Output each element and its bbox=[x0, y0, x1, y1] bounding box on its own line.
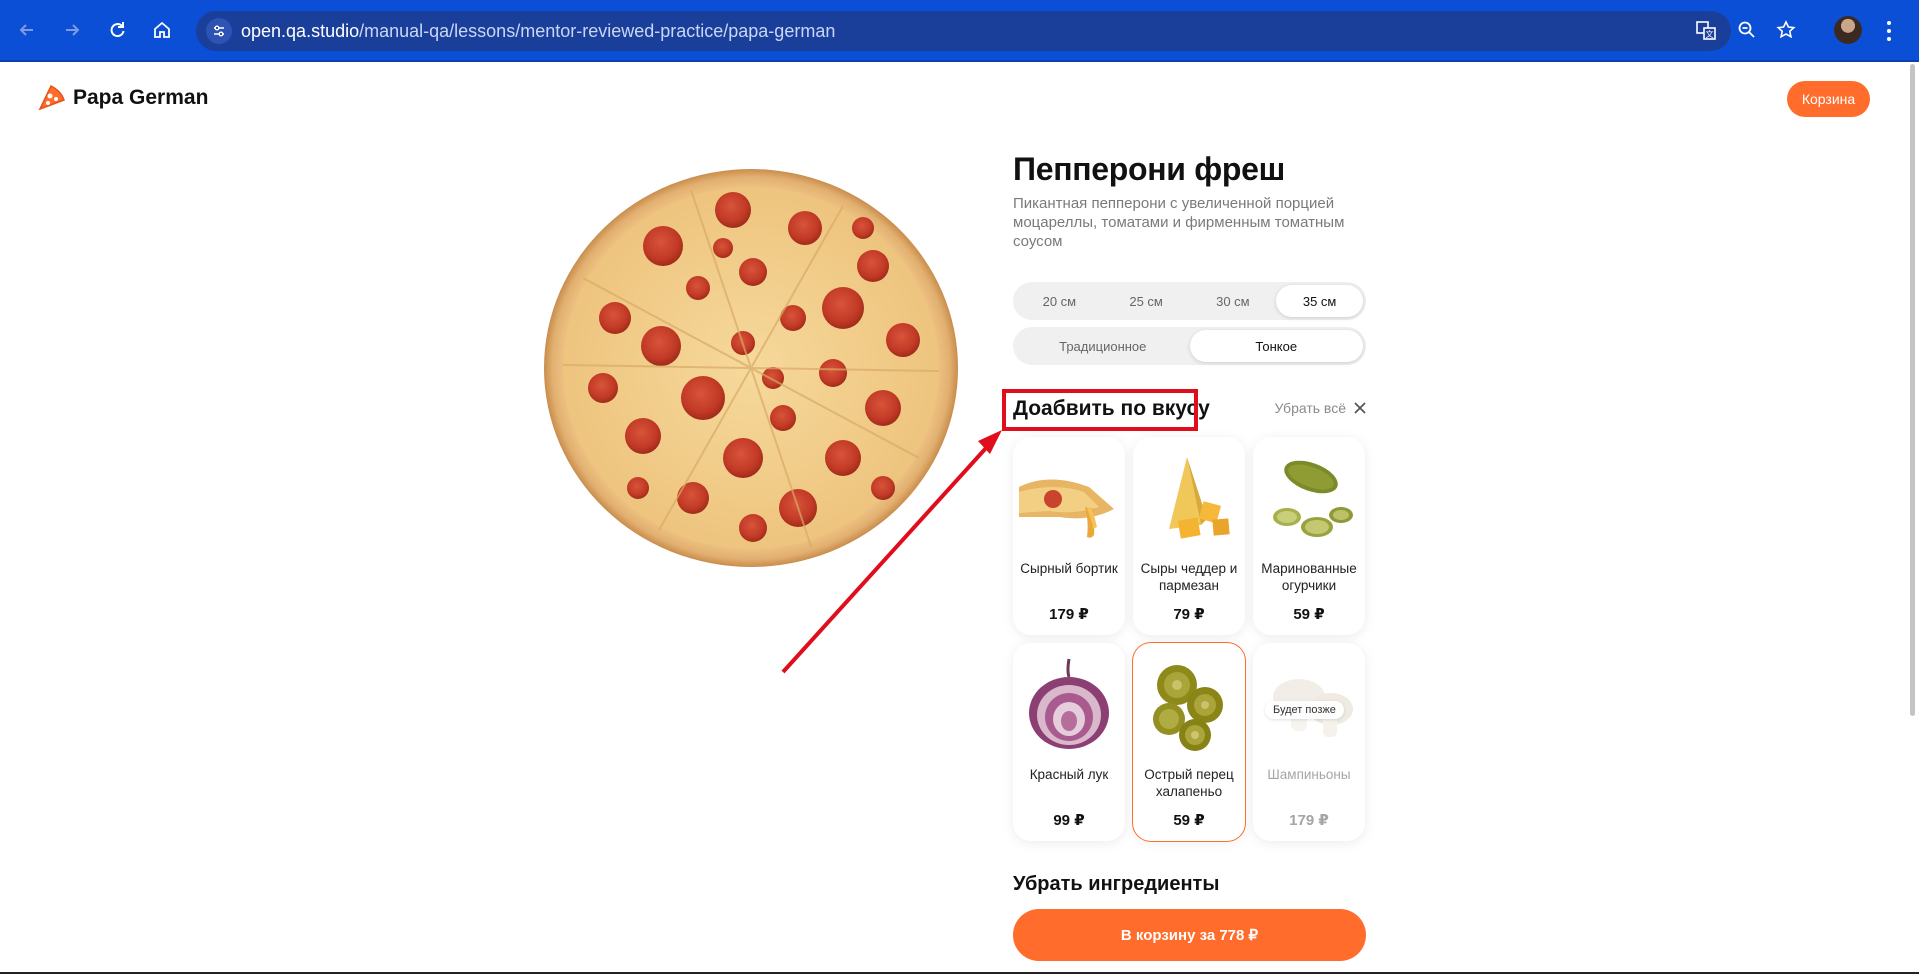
address-bar[interactable]: open.qa.studio/manual-qa/lessons/mentor-… bbox=[196, 11, 1731, 51]
pizza-image bbox=[543, 168, 959, 568]
pepperoni-slice bbox=[770, 405, 796, 431]
profile-avatar[interactable] bbox=[1834, 16, 1862, 44]
pepperoni-slice bbox=[762, 367, 784, 389]
pepperoni-slice bbox=[686, 276, 710, 300]
url-text: open.qa.studio/manual-qa/lessons/mentor-… bbox=[241, 21, 835, 42]
remove-all-button[interactable]: Убрать всё bbox=[1274, 400, 1366, 416]
product-description: Пикантная пепперони с увеличенной порцие… bbox=[1013, 195, 1345, 251]
pepperoni-slice bbox=[871, 476, 895, 500]
size-selector: 20 см 25 см 30 см 35 см bbox=[1013, 282, 1366, 320]
dough-selector: Традиционное Тонкое bbox=[1013, 327, 1366, 365]
topping-name: Маринованные огурчики bbox=[1261, 561, 1357, 593]
topping-name: Сыры чеддер и пармезан bbox=[1140, 561, 1238, 593]
remove-all-label: Убрать всё bbox=[1274, 400, 1346, 416]
pepperoni-slice bbox=[886, 323, 920, 357]
dough-option-traditional[interactable]: Традиционное bbox=[1016, 330, 1190, 362]
coming-soon-badge: Будет позже bbox=[1265, 701, 1344, 719]
svg-text:文: 文 bbox=[1706, 29, 1714, 39]
menu-icon[interactable] bbox=[1885, 18, 1893, 44]
pepperoni-slice bbox=[819, 359, 847, 387]
size-option-20[interactable]: 20 см bbox=[1016, 285, 1103, 317]
logo-text: Papa German bbox=[73, 86, 209, 109]
topping-card-cheese-crust[interactable]: Сырный бортик 179 ₽ bbox=[1013, 437, 1125, 635]
bookmark-star-icon[interactable] bbox=[1771, 15, 1801, 45]
pepperoni-slice bbox=[677, 482, 709, 514]
topping-price: 79 ₽ bbox=[1173, 606, 1205, 623]
toppings-grid: Сырный бортик 179 ₽ Сыры чеддер и пармез… bbox=[1013, 437, 1366, 841]
url-path: /manual-qa/lessons/mentor-reviewed-pract… bbox=[359, 20, 836, 41]
close-icon bbox=[1354, 402, 1366, 414]
product-panel: Пепперони фреш Пикантная пепперони с уве… bbox=[1013, 150, 1366, 895]
pepperoni-slice bbox=[739, 258, 767, 286]
topping-card-jalapeno[interactable]: Острый перец халапеньо 59 ₽ bbox=[1133, 643, 1245, 841]
topping-name: Красный лук bbox=[1029, 767, 1109, 782]
pepperoni-slice bbox=[857, 250, 889, 282]
pizza-logo-icon bbox=[38, 84, 65, 111]
jalapeno-image bbox=[1153, 665, 1223, 751]
pickles-image bbox=[1273, 460, 1353, 537]
topping-card-pickles[interactable]: Маринованные огурчики 59 ₽ bbox=[1253, 437, 1365, 635]
cart-button[interactable]: Корзина bbox=[1787, 81, 1870, 117]
home-icon[interactable] bbox=[147, 15, 177, 45]
size-option-25[interactable]: 25 см bbox=[1103, 285, 1190, 317]
topping-price: 59 ₽ bbox=[1173, 812, 1205, 829]
pepperoni-slice bbox=[788, 211, 822, 245]
logo[interactable]: Papa German bbox=[37, 84, 208, 112]
annotation-highlight-box bbox=[1002, 389, 1198, 431]
remove-ingredients-title: Убрать ингредиенты bbox=[1013, 873, 1220, 895]
topping-card-mushrooms[interactable]: Будет позже Шампиньоны 179 ₽ bbox=[1253, 643, 1365, 841]
pepperoni-slice bbox=[681, 376, 725, 420]
pepperoni-slice bbox=[852, 217, 874, 239]
pepperoni-slice bbox=[588, 373, 618, 403]
topping-price: 59 ₽ bbox=[1293, 606, 1325, 623]
translate-icon[interactable]: 文 bbox=[1691, 15, 1721, 45]
back-icon[interactable] bbox=[12, 15, 42, 45]
topping-name: Сырный бортик bbox=[1020, 561, 1118, 576]
forward-icon[interactable] bbox=[57, 15, 87, 45]
pepperoni-slice bbox=[641, 326, 681, 366]
page-scrollbar[interactable] bbox=[1910, 64, 1915, 716]
dough-option-thin[interactable]: Тонкое bbox=[1189, 330, 1363, 362]
topping-card-red-onion[interactable]: Красный лук 99 ₽ bbox=[1013, 643, 1125, 841]
zoom-icon[interactable] bbox=[1732, 15, 1762, 45]
reload-icon[interactable] bbox=[102, 15, 132, 45]
pepperoni-slice bbox=[599, 302, 631, 334]
add-to-cart-button[interactable]: В корзину за 778 ₽ bbox=[1013, 909, 1366, 961]
pepperoni-slice bbox=[627, 477, 649, 499]
pepperoni-slice bbox=[822, 287, 864, 329]
red-onion-image bbox=[1029, 658, 1109, 749]
size-option-35[interactable]: 35 см bbox=[1276, 285, 1363, 317]
cheese-image bbox=[1169, 457, 1230, 539]
site-info-icon[interactable] bbox=[206, 18, 232, 44]
pepperoni-slice bbox=[625, 418, 661, 454]
annotation-arrow bbox=[781, 430, 1002, 674]
topping-card-cheddar-parmesan[interactable]: Сыры чеддер и пармезан 79 ₽ bbox=[1133, 437, 1245, 635]
pepperoni-slice bbox=[643, 226, 683, 266]
pepperoni-slice bbox=[713, 238, 733, 258]
pepperoni-slice bbox=[715, 192, 751, 228]
cheese-crust-image bbox=[1019, 479, 1114, 538]
topping-price: 179 ₽ bbox=[1049, 606, 1089, 623]
pepperoni-slice bbox=[723, 438, 763, 478]
topping-price: 179 ₽ bbox=[1289, 812, 1329, 829]
pepperoni-slice bbox=[739, 514, 767, 542]
topping-price: 99 ₽ bbox=[1053, 812, 1085, 829]
size-option-30[interactable]: 30 см bbox=[1190, 285, 1277, 317]
url-host: open.qa.studio bbox=[241, 20, 360, 41]
topping-name: Острый перец халапеньо bbox=[1144, 767, 1234, 799]
pepperoni-slice bbox=[825, 440, 861, 476]
topping-name: Шампиньоны bbox=[1267, 767, 1351, 782]
product-title: Пепперони фреш bbox=[1013, 151, 1286, 187]
browser-toolbar: open.qa.studio/manual-qa/lessons/mentor-… bbox=[0, 0, 1919, 62]
pepperoni-slice bbox=[865, 390, 901, 426]
